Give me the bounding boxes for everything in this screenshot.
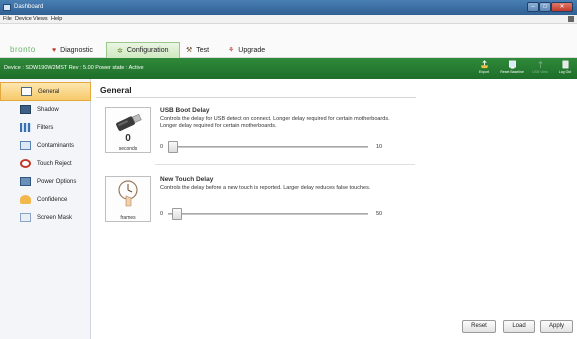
hammer-icon: ⚒	[186, 47, 193, 54]
sidebar-item-label: Shadow	[37, 106, 59, 113]
title-bar: Dashboard – □ ✕	[0, 0, 577, 15]
menu-file[interactable]: File	[3, 16, 12, 22]
close-button[interactable]: ✕	[551, 2, 573, 12]
document-close-icon[interactable]	[568, 16, 574, 22]
device-status-text: Device : SDW190W2MST Rev : 5.00 Power st…	[4, 65, 144, 71]
sidebar-item-confidence[interactable]: Confidence	[0, 190, 91, 209]
window-title: Dashboard	[14, 4, 44, 10]
menu-bar: File Device Views Help	[0, 15, 577, 24]
new-touch-delay-slider-track[interactable]	[168, 213, 368, 215]
minimize-icon: –	[531, 4, 535, 10]
usb-boot-delay-icon-value: 0	[125, 133, 131, 144]
tab-upgrade[interactable]: ⚘ Upgrade	[228, 42, 265, 58]
device-status-bar: Device : SDW190W2MST Rev : 5.00 Power st…	[0, 58, 577, 79]
brand-logo: bronto	[10, 45, 36, 54]
new-touch-delay-icon-box: frames	[105, 176, 151, 222]
load-button[interactable]: Load	[503, 320, 535, 333]
reset-button[interactable]: Reset	[462, 320, 496, 333]
shadow-icon	[20, 105, 31, 114]
sidebar-item-power-options[interactable]: Power Options	[0, 172, 91, 191]
contaminants-icon	[20, 141, 31, 150]
power-options-icon	[20, 177, 31, 186]
tab-test-label: Test	[196, 46, 210, 54]
usb-boot-delay-max: 10	[376, 144, 383, 150]
new-touch-delay-description: Controls the delay before a new touch is…	[160, 185, 371, 191]
usb-icon	[116, 113, 142, 131]
sidebar-item-label: Confidence	[37, 196, 68, 203]
sidebar-item-label: General	[38, 88, 60, 95]
usb-view-label: USB View	[532, 70, 548, 74]
export-button[interactable]: Export	[472, 59, 496, 78]
gear-icon: ✲	[117, 47, 123, 55]
new-touch-delay-slider-thumb[interactable]	[171, 208, 182, 220]
tab-upgrade-label: Upgrade	[238, 46, 266, 54]
tab-test[interactable]: ⚒ Test	[186, 42, 209, 58]
tab-configuration-label: Configuration	[126, 47, 169, 54]
maximize-button[interactable]: □	[539, 2, 551, 12]
tab-configuration[interactable]: ✲ Configuration	[106, 42, 180, 58]
settings-divider	[155, 164, 415, 165]
usb-view-button[interactable]: USB View	[528, 59, 552, 78]
new-touch-delay-title: New Touch Delay	[160, 176, 214, 183]
touch-reject-icon	[20, 159, 31, 168]
sidebar-item-filters[interactable]: Filters	[0, 118, 91, 137]
upgrade-icon: ⚘	[228, 47, 235, 54]
log-out-button[interactable]: Log Out	[553, 59, 577, 78]
heart-icon: ♥	[52, 46, 57, 54]
usb-boot-delay-slider-thumb[interactable]	[168, 141, 178, 153]
usb-boot-delay-unit: seconds	[118, 146, 138, 152]
menu-device[interactable]: Device	[15, 16, 32, 22]
general-icon	[21, 87, 32, 96]
usb-boot-delay-icon-box: 0 seconds	[105, 107, 151, 153]
log-out-label: Log Out	[558, 70, 572, 74]
sidebar-item-touch-reject[interactable]: Touch Reject	[0, 154, 91, 173]
reset-baseline-label: Reset Baseline	[500, 70, 524, 74]
screen-mask-icon	[20, 213, 31, 222]
touch-hand-icon	[118, 180, 138, 207]
sidebar-item-label: Contaminants	[37, 142, 75, 149]
usb-boot-delay-title: USB Boot Delay	[160, 107, 210, 114]
export-icon	[480, 60, 488, 69]
usb-boot-delay-description: Controls the delay for USB detect on con…	[160, 116, 390, 129]
reset-baseline-button[interactable]: Reset Baseline	[500, 59, 524, 78]
sidebar-item-label: Touch Reject	[37, 160, 72, 167]
sidebar-item-label: Filters	[37, 124, 54, 131]
close-icon: ✕	[559, 4, 565, 10]
confidence-icon	[20, 195, 31, 204]
filters-icon	[20, 123, 31, 132]
tab-diagnostic[interactable]: ♥ Diagnostic	[52, 42, 93, 58]
sidebar-item-label: Power Options	[37, 178, 77, 185]
new-touch-delay-unit: frames	[120, 215, 136, 221]
sidebar-item-general[interactable]: General	[0, 82, 91, 101]
menu-help[interactable]: Help	[51, 16, 62, 22]
sidebar-item-screen-mask[interactable]: Screen Mask	[0, 208, 91, 227]
log-out-icon	[562, 60, 568, 69]
tab-diagnostic-label: Diagnostic	[60, 46, 93, 54]
new-touch-delay-min: 0	[160, 211, 164, 217]
usb-boot-delay-min: 0	[160, 144, 164, 150]
sidebar-item-contaminants[interactable]: Contaminants	[0, 136, 91, 155]
minimize-button[interactable]: –	[527, 2, 539, 12]
sidebar-item-shadow[interactable]: Shadow	[0, 100, 91, 119]
maximize-icon: □	[543, 4, 547, 10]
page-title: General	[100, 85, 132, 95]
title-divider	[96, 97, 416, 98]
menu-views[interactable]: Views	[33, 16, 48, 22]
sidebar-item-label: Screen Mask	[37, 214, 73, 221]
usb-view-icon	[537, 60, 543, 69]
app-icon	[3, 4, 11, 11]
main-tabs: bronto ♥ Diagnostic ✲ Configuration ⚒ Te…	[0, 24, 577, 58]
reset-baseline-icon	[508, 60, 516, 69]
usb-boot-delay-slider-track[interactable]	[168, 146, 368, 148]
new-touch-delay-max: 50	[376, 211, 383, 217]
apply-button[interactable]: Apply	[540, 320, 573, 333]
export-label: Export	[478, 70, 490, 74]
